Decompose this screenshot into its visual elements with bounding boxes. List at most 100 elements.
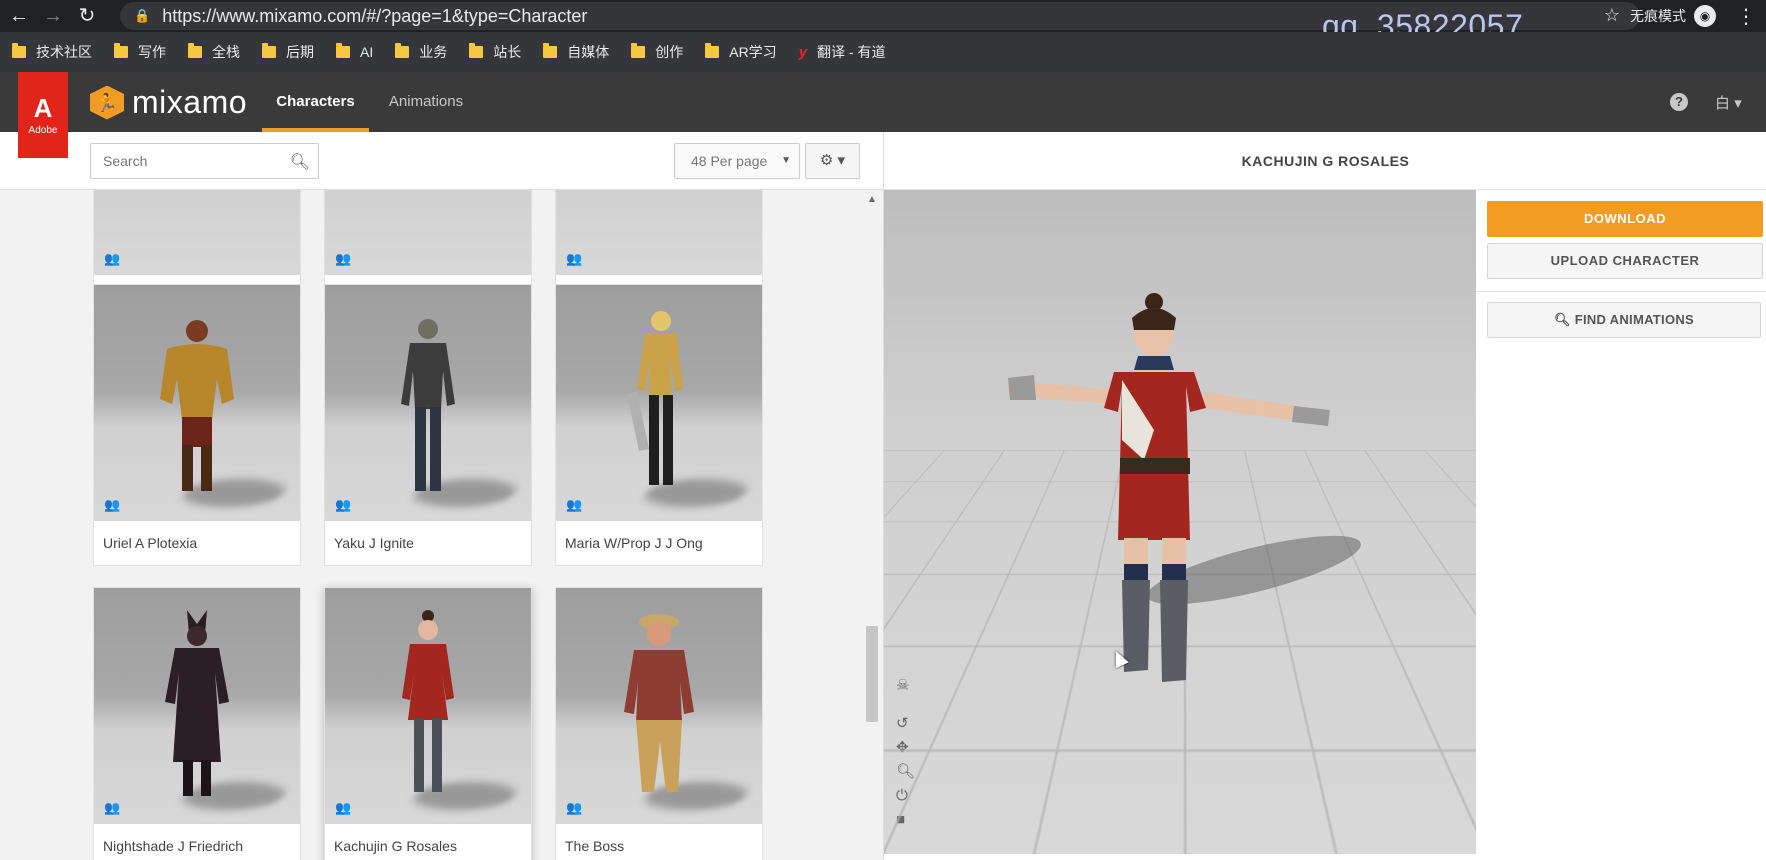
forward-arrow-icon[interactable]: → [42,5,64,27]
power-icon[interactable]: ⏻ [896,784,915,808]
character-name: Yaku J Ignite [334,535,414,551]
character-card[interactable]: 👥 Maria W/Prop J J Ong [555,284,763,566]
character-name: The Boss [565,838,625,854]
bookmark-item[interactable]: 后期 [262,42,314,62]
character-card[interactable]: 👥 Nightshade J Friedrich [93,587,301,860]
help-icon[interactable]: ? [1670,93,1688,111]
people-icon: 👥 [566,497,583,512]
character-model [1008,293,1361,682]
character-card[interactable]: 👥 Yaku J Ignite [324,284,532,566]
rotate-reset-icon[interactable]: ↺ [896,712,915,736]
bookmark-item[interactable]: 站长 [469,42,521,62]
caret-down-icon: ▾ [837,152,846,169]
character-thumbnail: 👥 [556,285,762,521]
list-toolbar: 🔍︎ 48 Per page ▼ ⚙ ▾ [0,132,883,190]
character-figure [165,610,229,796]
selected-character-title: KACHUJIN G ROSALES [884,132,1766,190]
character-figure [624,614,694,792]
character-thumbnail: 👥 [325,285,531,521]
back-arrow-icon[interactable]: ← [8,5,30,27]
url-text[interactable]: https://www.mixamo.com/#/?page=1&type=Ch… [162,6,587,27]
bookmark-item[interactable]: AI [336,43,373,60]
per-page-select[interactable]: 48 Per page ▼ [674,143,800,179]
bookmarks-bar: 技术社区 写作 全栈 后期 AI 业务 站长 自媒体 创作 AR学习 y 翻译 -… [0,32,1766,72]
people-icon: 👥 [566,251,583,266]
character-name: Nightshade J Friedrich [103,838,244,854]
tab-characters[interactable]: Characters [262,72,369,132]
incognito-icon: ◉ [1694,5,1716,27]
search-box: 🔍︎ [90,143,319,179]
bookmark-item[interactable]: 全栈 [188,42,240,62]
search-icon[interactable]: 🔍︎ [290,152,310,172]
browser-menu-icon[interactable]: ⋮ [1736,4,1756,29]
reload-icon[interactable]: ↻ [76,5,98,27]
actions-sidebar: DOWNLOAD UPLOAD CHARACTER 🔍︎ FIND ANIMAT… [1476,190,1766,860]
user-menu[interactable]: 白 ▾ [1715,92,1742,113]
character-figure [627,311,683,485]
character-list-panel: 🔍︎ 48 Per page ▼ ⚙ ▾ 👥 Kaya 👥 Whiteclown… [0,132,883,860]
character-card[interactable]: 👥 The Boss [555,587,763,860]
3d-viewport[interactable]: ☠ ↺ ✥ 🔍︎ ⏻ ■ [884,190,1476,854]
people-icon: 👥 [335,800,352,815]
bookmark-item[interactable]: 自媒体 [543,42,609,62]
folder-icon [631,43,646,58]
folder-icon [336,43,350,58]
folder-icon [188,43,202,58]
adobe-a-icon: A [33,92,53,123]
character-card-selected[interactable]: 👥 Kachujin G Rosales [324,587,532,860]
folder-icon [12,43,26,58]
caret-down-icon: ▾ [1734,95,1742,112]
find-animations-label: FIND ANIMATIONS [1574,312,1695,327]
character-card[interactable]: 👥 Uriel A Plotexia [93,284,301,566]
people-icon: 👥 [335,497,352,512]
zoom-icon[interactable]: 🔍︎ [896,760,915,784]
character-thumbnail: 👥 [556,588,762,824]
tab-animations[interactable]: Animations [384,72,468,132]
bookmark-item[interactable]: 技术社区 [12,42,92,62]
character-thumbnail: 👥 [325,588,531,824]
pan-icon[interactable]: ✥ [896,736,915,760]
folder-icon [543,43,558,58]
scroll-up-arrow-icon[interactable]: ▲ [867,194,877,205]
bookmark-item[interactable]: y 翻译 - 有道 [799,42,886,62]
upload-character-button[interactable]: UPLOAD CHARACTER [1487,243,1763,279]
user-label: 白 [1715,95,1731,112]
search-input[interactable] [91,144,281,178]
bookmark-item[interactable]: 写作 [114,42,166,62]
people-icon: 👥 [335,251,352,266]
lock-icon: 🔒 [134,8,151,23]
download-button[interactable]: DOWNLOAD [1487,201,1763,237]
people-icon: 👥 [104,251,121,266]
gear-icon: ⚙ [819,152,834,169]
character-detail-panel: KACHUJIN G ROSALES ☠ ↺ ✥ 🔍︎ ⏻ ■ DOWNLOAD… [883,132,1766,860]
mixamo-runner-icon: 🏃 [90,85,124,120]
list-scrollbar[interactable]: ▲ [864,190,880,860]
character-thumbnail: 👥 [94,285,300,521]
logo-text: mixamo [132,84,248,120]
scrollbar-thumb[interactable] [866,626,878,722]
divider [1476,291,1766,292]
adobe-logo[interactable]: A Adobe [18,72,68,158]
search-icon: 🔍︎ [1553,312,1571,327]
incognito-indicator: 无痕模式 ◉ [1630,0,1716,32]
mixamo-logo[interactable]: 🏃 mixamo [90,84,247,121]
skeleton-toggle-icon[interactable]: ☠ [896,674,915,698]
settings-dropdown[interactable]: ⚙ ▾ [805,143,860,179]
folder-icon [469,43,484,58]
folder-icon [395,43,410,58]
find-animations-button[interactable]: 🔍︎ FIND ANIMATIONS [1487,302,1761,338]
people-icon: 👥 [104,800,121,815]
character-name: Kachujin G Rosales [334,838,457,854]
camera-icon[interactable]: ■ [896,808,915,832]
bookmark-item[interactable]: AR学习 [705,42,777,62]
folder-icon [262,43,276,58]
adobe-label: Adobe [28,124,58,136]
character-figure [160,320,234,491]
bookmark-item[interactable]: 创作 [631,42,683,62]
incognito-label: 无痕模式 [1630,8,1686,24]
per-page-value: 48 Per page [691,153,768,169]
character-name: Uriel A Plotexia [103,535,198,551]
people-icon: 👥 [104,497,121,512]
bookmark-item[interactable]: 业务 [395,42,447,62]
bookmark-star-icon[interactable]: ☆ [1604,5,1620,26]
